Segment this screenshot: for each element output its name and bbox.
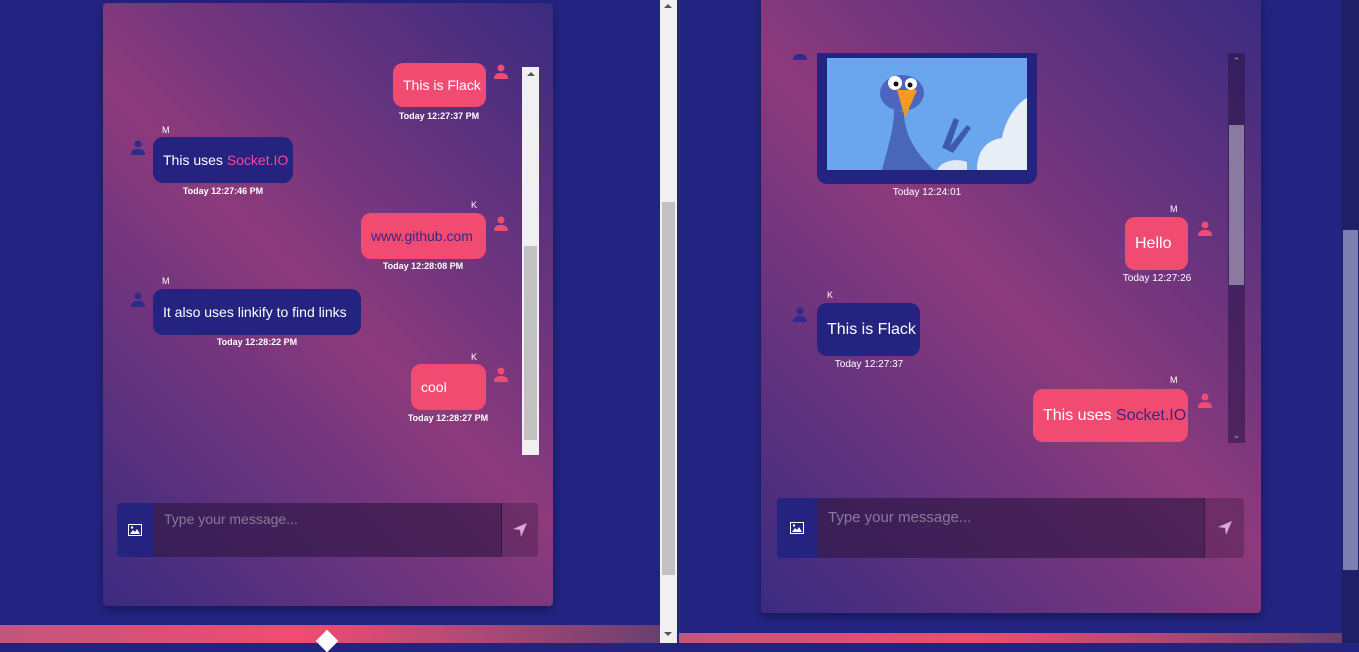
message-bubble: It also uses linkify to find links [153,289,361,335]
user-icon [1198,393,1212,408]
message-text: This uses [1043,406,1116,424]
message-text: This is Flack [403,77,481,93]
message-bubble: Hello [1125,217,1188,270]
message-bubble: www.github.com [361,213,486,259]
scroll-up-arrow[interactable]: ⌃ [1228,53,1245,69]
scroll-down-arrow[interactable] [664,632,672,636]
message-bubble: This uses Socket.IO [1033,389,1188,442]
timestamp: Today 12:27:46 PM [182,186,264,196]
message-text: cool [421,379,447,395]
timestamp: Today 12:27:26 [1122,273,1192,284]
right-message-list: Today 12:24:01 M Hello Today 12:27:26 K … [777,53,1227,445]
sender-name: K [471,352,478,362]
message-link[interactable]: Socket.IO [227,152,288,168]
user-icon [1198,221,1212,236]
timestamp: Today 12:28:27 PM [407,413,489,423]
timestamp: Today 12:24:01 [892,187,962,198]
image-message[interactable] [817,53,1037,184]
user-icon [131,292,145,307]
timestamp: Today 12:27:37 PM [398,111,480,121]
scroll-up-arrow[interactable] [527,72,535,76]
timestamp: Today 12:27:37 [834,359,904,370]
scrollbar-thumb[interactable] [524,246,537,440]
user-icon [793,54,807,60]
right-page-scrollbar[interactable] [1342,0,1359,643]
right-chat-scrollbar[interactable]: ⌃ ⌄ [1228,53,1245,443]
send-icon [1217,521,1232,535]
image-icon [790,522,804,534]
user-icon [494,367,508,382]
scrollbar-thumb[interactable] [1343,230,1358,570]
sender-name: K [471,200,478,210]
user-icon [131,140,145,155]
send-icon [513,523,527,537]
message-bubble: This is Flack [817,303,920,356]
right-footer-bar [679,633,1342,643]
upload-image-button[interactable] [777,498,817,558]
timestamp: Today 12:28:08 PM [382,261,464,271]
right-message-input-bar: Type your message... [777,498,1244,558]
message-link[interactable]: Socket.IO [1116,407,1186,425]
scrollbar-thumb[interactable] [662,202,675,575]
timestamp: Today 12:28:22 PM [216,337,298,347]
sender-name: M [1170,204,1178,214]
sender-name: M [1170,375,1178,385]
message-textarea[interactable]: Type your message... [153,503,502,557]
scroll-up-arrow[interactable] [664,4,672,8]
message-text: This uses [163,152,227,168]
message-text: This is Flack [827,320,916,338]
message-bubble: cool [411,364,486,410]
message-text: Hello [1135,234,1172,252]
sender-name: M [162,125,170,135]
message-text: It also uses linkify to find links [163,304,347,320]
image-icon [128,524,142,536]
send-button[interactable] [502,503,538,557]
left-message-input-bar: Type your message... [117,503,538,557]
user-icon [494,64,508,79]
message-textarea[interactable]: Type your message... [817,498,1205,558]
send-button[interactable] [1205,498,1244,558]
bird-cartoon-image [827,58,1027,170]
left-page-scrollbar[interactable] [660,0,677,643]
scrollbar-thumb[interactable] [1229,125,1244,285]
sender-name: M [162,276,170,286]
user-icon [494,216,508,231]
upload-image-button[interactable] [117,503,153,557]
message-link[interactable]: www.github.com [371,228,473,244]
message-bubble: This is Flack [393,63,486,107]
user-icon [793,307,807,322]
scroll-down-arrow[interactable]: ⌄ [1228,427,1245,443]
left-chat-scrollbar[interactable] [522,67,539,455]
left-message-list: This is Flack Today 12:27:37 PM M This u… [117,53,522,455]
sender-name: K [827,290,834,300]
message-bubble: This uses Socket.IO [153,137,293,183]
